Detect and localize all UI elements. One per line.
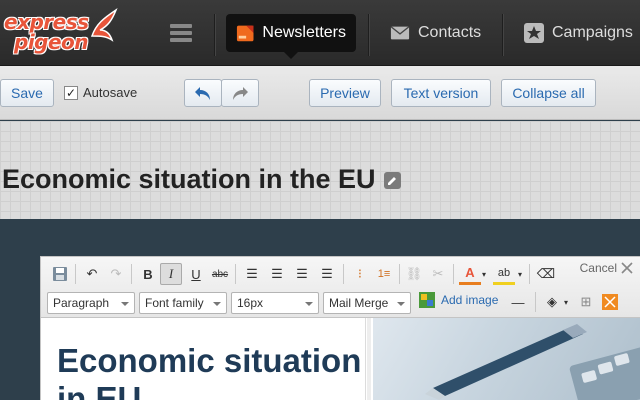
bullet-list-icon[interactable]: ⁝ <box>349 263 371 285</box>
menu-bar <box>170 31 192 35</box>
fill-color-icon[interactable]: ◈ <box>541 291 563 313</box>
nav-item-label: Newsletters <box>262 24 346 41</box>
undo-button[interactable] <box>184 79 222 107</box>
hamburger-menu-button[interactable] <box>168 22 194 46</box>
toolbar-separator <box>131 264 132 284</box>
pencil-icon <box>388 177 396 185</box>
toolbar-separator <box>235 264 236 284</box>
italic-icon[interactable]: I <box>160 263 182 285</box>
undo-icon[interactable]: ↶ <box>81 263 103 285</box>
toolbar-separator <box>529 264 530 284</box>
add-image-label: Add image <box>441 293 499 307</box>
add-image-button[interactable]: Add image <box>419 292 498 308</box>
photo-illustration <box>425 324 640 400</box>
newsletter-icon <box>236 25 254 42</box>
star-icon <box>524 23 544 43</box>
nav-item-contacts[interactable]: Contacts <box>380 14 491 52</box>
paragraph-format-select[interactable]: Paragraph <box>47 292 135 314</box>
eraser-icon[interactable]: ⌫ <box>535 263 557 285</box>
calculator-pen-photo <box>373 318 640 400</box>
chevron-down-icon[interactable]: ▾ <box>515 263 525 285</box>
font-family-select[interactable]: Font family <box>139 292 227 314</box>
text-version-button[interactable]: Text version <box>391 79 491 107</box>
menu-bar <box>170 38 192 42</box>
nav-item-label: Contacts <box>418 24 482 41</box>
editor-content-area[interactable]: Economic situation in EU <box>40 318 640 400</box>
redo-button[interactable] <box>221 79 259 107</box>
toolbar-separator <box>535 292 536 312</box>
fullscreen-icon[interactable] <box>599 291 621 313</box>
align-center-icon[interactable]: ☰ <box>266 263 288 285</box>
save-document-icon[interactable] <box>49 263 71 285</box>
nav-divider <box>368 14 369 56</box>
rich-text-editor-toolbar: ↶ ↷ B I U abc ☰ ☰ ☰ ☰ ⁝ 1≡ ⛓ ✂ A ▾ ab ▾ … <box>40 256 640 318</box>
font-size-select[interactable]: 16px <box>231 292 319 314</box>
select-value: Mail Merge <box>329 296 389 310</box>
preview-button[interactable]: Preview <box>309 79 381 107</box>
toolbar-separator <box>343 264 344 284</box>
action-toolbar: Save ✓ Autosave Preview Text version Col… <box>0 66 640 120</box>
align-left-icon[interactable]: ☰ <box>241 263 263 285</box>
image-icon <box>419 292 435 308</box>
toolbar-separator <box>399 264 400 284</box>
nav-item-campaigns[interactable]: Campaigns <box>514 14 640 52</box>
autosave-label: Autosave <box>83 85 138 100</box>
toolbar-separator <box>75 264 76 284</box>
menu-bar <box>170 24 192 28</box>
envelope-icon <box>390 26 410 40</box>
nav-divider <box>502 14 503 56</box>
title-area: Economic situation in the EU <box>0 121 640 219</box>
autosave-toggle[interactable]: ✓ Autosave <box>64 85 137 100</box>
logo-text-line2: pigeon <box>14 30 89 54</box>
chevron-down-icon[interactable]: ▾ <box>479 263 489 285</box>
select-value: Paragraph <box>53 296 110 310</box>
autosave-checkbox[interactable]: ✓ <box>64 85 78 100</box>
toolbar-separator <box>453 264 454 284</box>
strikethrough-icon[interactable]: abc <box>209 263 231 285</box>
nav-divider <box>214 14 215 56</box>
align-justify-icon[interactable]: ☰ <box>316 263 338 285</box>
cancel-label: Cancel <box>579 261 617 275</box>
redo-icon <box>233 87 248 100</box>
redo-icon[interactable]: ↷ <box>105 263 127 285</box>
bold-icon[interactable]: B <box>137 263 159 285</box>
nav-item-newsletters[interactable]: Newsletters <box>226 14 356 59</box>
undo-icon <box>195 87 210 100</box>
nav-item-label: Campaigns <box>552 24 633 41</box>
cancel-editing-button[interactable]: Cancel <box>580 261 634 275</box>
link-icon[interactable]: ⛓ <box>403 263 425 285</box>
unlink-icon[interactable]: ✂ <box>427 263 449 285</box>
content-text-column[interactable]: Economic situation in EU <box>41 318 366 400</box>
newsletter-headline[interactable]: Economic situation in EU <box>57 342 365 400</box>
edit-title-pencil-icon[interactable] <box>384 172 401 189</box>
close-icon <box>621 262 633 274</box>
express-pigeon-logo[interactable]: express pigeon <box>2 6 132 62</box>
save-button[interactable]: Save <box>0 79 54 107</box>
mail-merge-select[interactable]: Mail Merge <box>323 292 411 314</box>
numbered-list-icon[interactable]: 1≡ <box>373 263 395 285</box>
underline-icon[interactable]: U <box>185 263 207 285</box>
chevron-down-icon[interactable]: ▾ <box>561 291 571 313</box>
horizontal-rule-icon[interactable]: — <box>507 291 529 313</box>
text-color-icon[interactable]: A <box>459 263 481 285</box>
select-value: Font family <box>145 296 204 310</box>
collapse-all-button[interactable]: Collapse all <box>501 79 596 107</box>
align-right-icon[interactable]: ☰ <box>291 263 313 285</box>
pigeon-icon <box>90 8 118 42</box>
table-grid-icon[interactable]: ⊞ <box>575 291 597 313</box>
highlight-color-icon[interactable]: ab <box>493 263 515 285</box>
page-title: Economic situation in the EU <box>2 164 376 194</box>
column-divider <box>367 318 371 400</box>
select-value: 16px <box>237 296 264 310</box>
top-navigation-bar: express pigeon Newsletters Contacts Camp… <box>0 0 640 66</box>
